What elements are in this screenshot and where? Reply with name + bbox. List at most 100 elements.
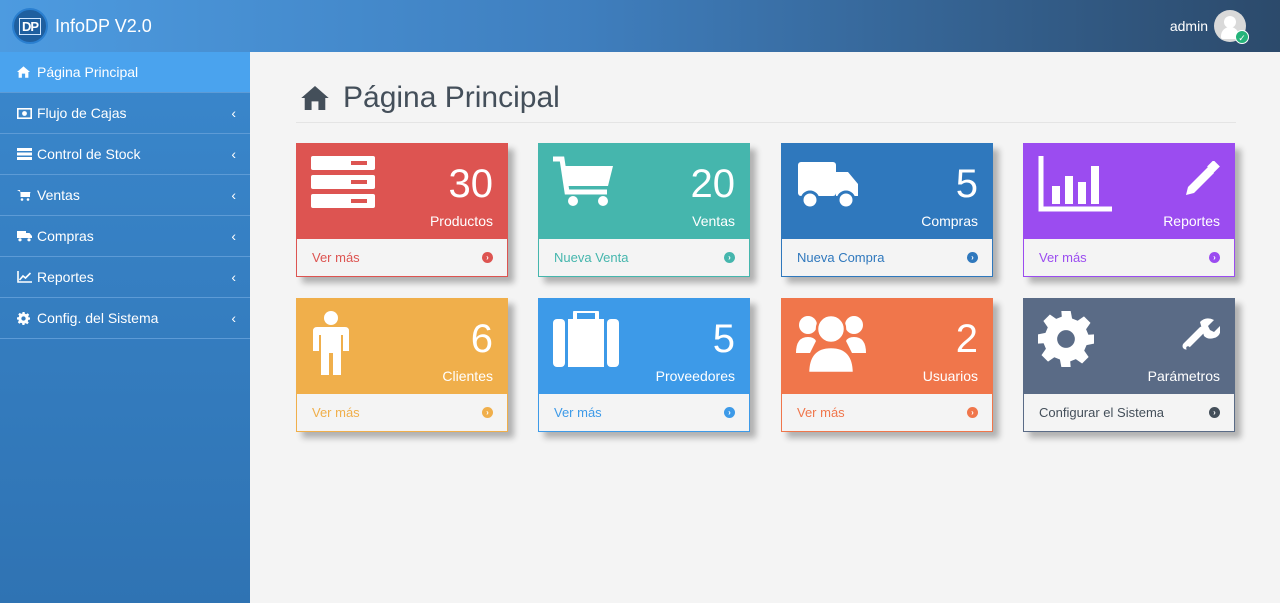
sidebar-item-reportes[interactable]: Reportes ‹ <box>0 257 250 298</box>
card-count: 6 <box>470 317 493 361</box>
line-chart-icon <box>17 271 37 283</box>
online-check-icon: ✓ <box>1235 30 1249 44</box>
briefcase-icon <box>553 309 619 374</box>
card-label: Proveedores <box>655 368 735 384</box>
chevron-left-icon: ‹ <box>231 310 236 326</box>
divider <box>296 122 1236 123</box>
card-link-text: Ver más <box>1039 250 1087 265</box>
card-header: 5 Compras <box>782 144 992 239</box>
bar-chart-icon <box>1038 156 1112 217</box>
brand-logo-text: DP <box>18 17 42 35</box>
users-icon <box>796 311 866 380</box>
arrow-circle-right-icon: › <box>1209 252 1220 263</box>
arrow-circle-right-icon: › <box>482 407 493 418</box>
card-link-text: Ver más <box>312 405 360 420</box>
sidebar-item-label: Control de Stock <box>37 146 141 162</box>
chevron-left-icon: ‹ <box>231 269 236 285</box>
card-label: Ventas <box>692 213 735 229</box>
card-header: 20 Ventas <box>539 144 749 239</box>
card-label: Compras <box>921 213 978 229</box>
card-footer-link[interactable]: Ver más › <box>1024 239 1234 276</box>
card-footer-link[interactable]: Nueva Compra › <box>782 239 992 276</box>
arrow-circle-right-icon: › <box>1209 407 1220 418</box>
arrow-circle-right-icon: › <box>967 252 978 263</box>
user-name: admin <box>1169 18 1208 34</box>
cart-icon <box>17 189 37 201</box>
card-header: Parámetros <box>1024 299 1234 394</box>
app-title: InfoDP V2.0 <box>55 15 152 36</box>
sidebar-item-label: Ventas <box>37 187 80 203</box>
wrench-icon <box>1180 316 1221 361</box>
chevron-left-icon: ‹ <box>231 105 236 121</box>
card-link-text: Nueva Venta <box>554 250 629 265</box>
sidebar-item-label: Reportes <box>37 269 94 285</box>
card-footer-link[interactable]: Ver más › <box>539 394 749 431</box>
card-footer-link[interactable]: Ver más › <box>782 394 992 431</box>
card-header: 2 Usuarios <box>782 299 992 394</box>
page-title-text: Página Principal <box>343 81 560 114</box>
sidebar-item-compras[interactable]: Compras ‹ <box>0 216 250 257</box>
card-link-text: Ver más <box>797 405 845 420</box>
gear-icon <box>1038 311 1094 372</box>
card-link-text: Configurar el Sistema <box>1039 405 1164 420</box>
card-compras: 5 Compras Nueva Compra › <box>781 143 993 277</box>
male-icon <box>313 311 349 380</box>
card-count: 5 <box>955 162 978 206</box>
sidebar-item-pagina-principal[interactable]: Página Principal <box>0 52 250 93</box>
card-proveedores: 5 Proveedores Ver más › <box>538 298 750 432</box>
card-reportes: Reportes Ver más › <box>1023 143 1235 277</box>
main-content: Página Principal 30 Productos Ver más › … <box>250 52 1280 603</box>
card-label: Reportes <box>1163 213 1220 229</box>
card-count: 5 <box>712 317 735 361</box>
sidebar-item-ventas[interactable]: Ventas ‹ <box>0 175 250 216</box>
page-title: Página Principal <box>301 78 560 118</box>
truck-icon <box>796 156 860 217</box>
user-menu[interactable]: admin ✓ <box>1169 10 1249 44</box>
arrow-circle-right-icon: › <box>724 407 735 418</box>
sidebar-item-control-de-stock[interactable]: Control de Stock ‹ <box>0 134 250 175</box>
card-header: Reportes <box>1024 144 1234 239</box>
card-link-text: Ver más <box>554 405 602 420</box>
card-ventas: 20 Ventas Nueva Venta › <box>538 143 750 277</box>
card-clientes: 6 Clientes Ver más › <box>296 298 508 432</box>
brand-logo: DP <box>12 8 48 44</box>
server-icon <box>311 156 375 213</box>
card-label: Parámetros <box>1147 368 1220 384</box>
card-count: 30 <box>448 162 494 206</box>
money-icon <box>17 107 37 119</box>
truck-icon <box>17 230 37 242</box>
card-count: 2 <box>955 317 978 361</box>
sidebar-item-flujo-de-cajas[interactable]: Flujo de Cajas ‹ <box>0 93 250 134</box>
card-count: 20 <box>690 162 736 206</box>
arrow-circle-right-icon: › <box>724 252 735 263</box>
top-navbar: DP InfoDP V2.0 admin ✓ <box>0 0 1280 52</box>
chevron-left-icon: ‹ <box>231 228 236 244</box>
card-footer-link[interactable]: Configurar el Sistema › <box>1024 394 1234 431</box>
card-link-text: Nueva Compra <box>797 250 885 265</box>
card-header: 6 Clientes <box>297 299 507 394</box>
cart-icon <box>553 156 615 213</box>
card-footer-link[interactable]: Ver más › <box>297 239 507 276</box>
card-footer-link[interactable]: Ver más › <box>297 394 507 431</box>
card-productos: 30 Productos Ver más › <box>296 143 508 277</box>
sidebar: Página Principal Flujo de Cajas ‹ Contro… <box>0 52 250 603</box>
home-icon <box>17 66 37 78</box>
server-icon <box>17 148 37 160</box>
brand[interactable]: DP InfoDP V2.0 <box>12 8 152 44</box>
sidebar-item-config-del-sistema[interactable]: Config. del Sistema ‹ <box>0 298 250 339</box>
sidebar-item-label: Config. del Sistema <box>37 310 159 326</box>
card-label: Clientes <box>442 368 493 384</box>
sidebar-item-label: Flujo de Cajas <box>37 105 127 121</box>
card-header: 5 Proveedores <box>539 299 749 394</box>
card-usuarios: 2 Usuarios Ver más › <box>781 298 993 432</box>
card-footer-link[interactable]: Nueva Venta › <box>539 239 749 276</box>
sidebar-item-label: Página Principal <box>37 64 139 80</box>
card-label: Usuarios <box>922 368 978 384</box>
arrow-circle-right-icon: › <box>967 407 978 418</box>
sidebar-item-label: Compras <box>37 228 94 244</box>
chevron-left-icon: ‹ <box>231 187 236 203</box>
home-icon <box>301 86 329 110</box>
gear-icon <box>17 311 37 325</box>
chevron-left-icon: ‹ <box>231 146 236 162</box>
card-link-text: Ver más <box>312 250 360 265</box>
